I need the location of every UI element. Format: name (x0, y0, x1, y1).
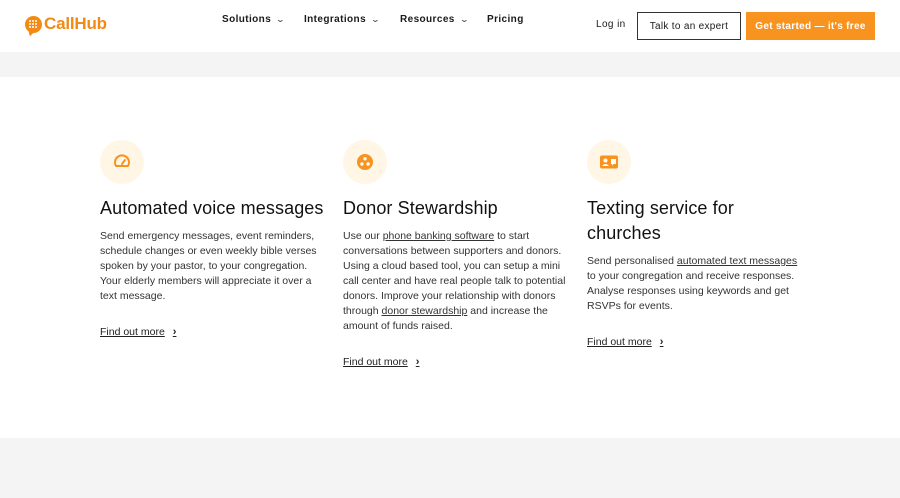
find-out-more-link[interactable]: Find out more › (100, 326, 176, 338)
nav-item-label: Integrations (304, 13, 367, 25)
donor-stewardship-link[interactable]: donor stewardship (382, 305, 468, 317)
feature-title: Automated voice messages (100, 198, 324, 218)
chevron-right-icon: › (415, 356, 420, 368)
feature-automated-voice: Automated voice messages Send emergency … (100, 140, 325, 340)
login-link[interactable]: Log in (596, 19, 626, 30)
nav-item-pricing[interactable]: Pricing (487, 14, 524, 25)
phone-banking-software-link[interactable]: phone banking software (383, 230, 495, 242)
chevron-right-icon: › (659, 336, 664, 348)
nav-item-integrations[interactable]: Integrations ⌄ (304, 13, 381, 25)
automated-text-messages-link[interactable]: automated text messages (677, 255, 797, 267)
feature-description: Send personalised automated text message… (587, 254, 802, 314)
nav-item-label: Resources (400, 13, 455, 25)
talk-to-expert-button[interactable]: Talk to an expert (637, 12, 741, 40)
text-message-card-icon (600, 155, 618, 169)
feature-description: Send emergency messages, event reminders… (100, 230, 317, 302)
description-text: to your congregation and receive respons… (587, 270, 795, 312)
find-out-more-link[interactable]: Find out more › (343, 356, 419, 368)
feature-title: Donor Stewardship (343, 198, 498, 218)
feature-texting-service: Texting service for churches Send person… (587, 140, 802, 350)
callhub-logo-icon (25, 15, 42, 33)
nav-item-resources[interactable]: Resources ⌄ (400, 13, 470, 25)
find-out-more-label: Find out more (343, 356, 408, 368)
feature-icon-container (587, 140, 631, 184)
nav-item-label: Pricing (487, 13, 524, 25)
feature-icon-container (343, 140, 387, 184)
find-out-more-label: Find out more (587, 336, 652, 348)
get-started-button[interactable]: Get started — it's free (746, 12, 875, 40)
feature-title: Texting service for churches (587, 198, 734, 243)
feature-donor-stewardship: Donor Stewardship Use our phone banking … (343, 140, 568, 370)
nav-item-label: Solutions (222, 13, 272, 25)
feature-icon-container (100, 140, 144, 184)
find-out-more-label: Find out more (100, 326, 165, 338)
donor-group-icon (357, 154, 373, 170)
description-text: Use our (343, 230, 383, 242)
description-text: Send personalised (587, 255, 677, 267)
speedometer-icon (114, 154, 130, 167)
description-text: to start conversations between supporter… (343, 230, 566, 317)
chevron-down-icon: ⌄ (370, 14, 381, 24)
section-divider-bottom (0, 438, 900, 498)
callhub-logo[interactable]: CallHub (25, 14, 107, 34)
nav-item-solutions[interactable]: Solutions ⌄ (222, 13, 286, 25)
chevron-down-icon: ⌄ (459, 14, 470, 24)
section-divider-top (0, 52, 900, 77)
feature-description: Use our phone banking software to start … (343, 229, 568, 334)
chevron-right-icon: › (172, 326, 177, 338)
find-out-more-link[interactable]: Find out more › (587, 336, 663, 348)
brand-name: CallHub (44, 14, 107, 33)
top-navigation: CallHub Solutions ⌄ Integrations ⌄ Resou… (0, 0, 900, 52)
chevron-down-icon: ⌄ (275, 14, 286, 24)
